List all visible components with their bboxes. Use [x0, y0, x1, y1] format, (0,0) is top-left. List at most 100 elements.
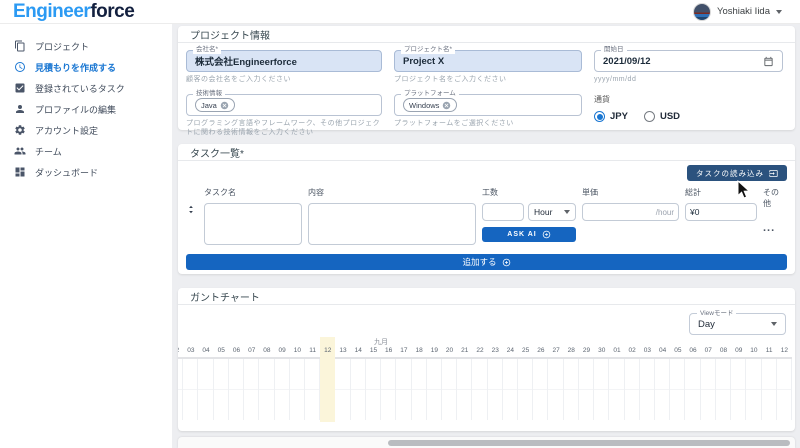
load-tasks-button-label: タスクの読み込み: [696, 168, 764, 179]
gantt-grid-column: [579, 359, 594, 420]
sidebar-item-0[interactable]: プロジェクト: [0, 36, 172, 57]
platform-chip[interactable]: Windows: [403, 98, 457, 112]
gantt-grid-column: [427, 359, 442, 420]
tech-info-helper: プログラミング言語やフレームワーク、その他プロジェクトに関わる技術情報をご入力く…: [186, 119, 382, 137]
task-name-input[interactable]: [204, 203, 302, 245]
gantt-day-label: 15: [366, 346, 381, 357]
gantt-grid-column: [442, 359, 457, 420]
gantt-grid-column: [396, 359, 411, 420]
gantt-grid-cols: [178, 357, 792, 420]
gantt-day-label: 27: [548, 346, 563, 357]
company-name-field: 会社名* 株式会社Engineerforce 顧客の会社名をご入力ください: [186, 50, 382, 84]
unit-price-input[interactable]: [582, 203, 679, 221]
currency-option-usd[interactable]: USD: [644, 111, 680, 122]
sidebar-item-6[interactable]: ダッシュボード: [0, 162, 172, 183]
gantt-grid-column: [533, 359, 548, 420]
sidebar-item-3[interactable]: プロファイルの編集: [0, 99, 172, 120]
sidebar-item-2[interactable]: 登録されているタスク: [0, 78, 172, 99]
gantt-day-label: 02: [625, 346, 640, 357]
gantt-grid-column: [640, 359, 655, 420]
company-name-label: 会社名*: [193, 46, 221, 54]
radio-selected-icon[interactable]: [594, 111, 605, 122]
tech-info-label: 技術情報: [193, 90, 225, 98]
currency-option-jpy-label: JPY: [610, 111, 628, 122]
gantt-day-label: 05: [670, 346, 685, 357]
dashboard-icon: [14, 166, 26, 180]
radio-unselected-icon[interactable]: [644, 111, 655, 122]
sidebar-item-label: ダッシュボード: [35, 166, 98, 179]
platform-chip-label: Windows: [409, 101, 439, 110]
chip-remove-icon[interactable]: [220, 101, 229, 110]
currency-option-jpy[interactable]: JPY: [594, 111, 628, 122]
app-logo[interactable]: Engineerforce: [13, 0, 134, 24]
gantt-day-label: 28: [564, 346, 579, 357]
gantt-day-label: 03: [183, 346, 198, 357]
gantt-day-label: 30: [594, 346, 609, 357]
chevron-down-icon: [776, 10, 782, 14]
add-circle-icon: [502, 258, 511, 267]
gantt-day-label: 07: [701, 346, 716, 357]
load-tasks-button[interactable]: タスクの読み込み: [687, 165, 787, 181]
gantt-grid-column: [503, 359, 518, 420]
gantt-grid-column: [685, 359, 700, 420]
total-input[interactable]: [685, 203, 757, 221]
gantt-day-label: 01: [609, 346, 624, 357]
scrollbar-thumb[interactable]: [388, 440, 790, 446]
add-task-button[interactable]: 追加する: [186, 254, 787, 270]
description-input[interactable]: [308, 203, 476, 245]
gantt-day-label: 08: [259, 346, 274, 357]
gantt-day-label: 20: [442, 346, 457, 357]
gantt-day-label: 13: [335, 346, 350, 357]
gantt-grid-column: [716, 359, 731, 420]
gantt-grid-column: [183, 359, 198, 420]
sidebar-item-5[interactable]: チーム: [0, 141, 172, 162]
drag-handle-icon[interactable]: [186, 203, 196, 216]
projects-icon: [14, 40, 26, 54]
effort-input[interactable]: [482, 203, 524, 221]
gantt-day-label: 12: [320, 346, 335, 357]
gantt-day-label: 12: [777, 346, 792, 357]
gantt-grid-column: [244, 359, 259, 420]
sidebar-item-1[interactable]: 見積もりを作成する: [0, 57, 172, 78]
calendar-icon[interactable]: [763, 56, 774, 67]
gantt-day-label: 21: [457, 346, 472, 357]
gantt-grid-column: [731, 359, 746, 420]
gantt-day-label: 22: [472, 346, 487, 357]
start-date-helper: yyyy/mm/dd: [594, 75, 783, 84]
sidebar-item-label: プロファイルの編集: [35, 103, 116, 116]
gantt-day-label: 16: [381, 346, 396, 357]
user-menu[interactable]: Yoshiaki Iida: [693, 3, 782, 21]
gantt-grid-column: [762, 359, 777, 420]
platform-label: プラットフォーム: [401, 90, 459, 98]
tech-chip-label: Java: [201, 101, 217, 110]
gantt-day-label: 29: [579, 346, 594, 357]
view-mode-value: Day: [698, 319, 715, 330]
gantt-grid-column: [366, 359, 381, 420]
gantt-grid-column: [275, 359, 290, 420]
gantt-grid-column: [746, 359, 761, 420]
topbar: Engineerforce Yoshiaki Iida: [0, 0, 800, 24]
gantt-grid-column: [670, 359, 685, 420]
gantt-grid-column: [518, 359, 533, 420]
gantt-day-row: 0203040506070809101112131415161718192021…: [178, 346, 792, 357]
view-mode-select[interactable]: Viewモード Day: [689, 313, 786, 335]
registered-tasks-icon: [14, 82, 26, 96]
gantt-day-label: 24: [503, 346, 518, 357]
currency-field: 通貨 JPY USD: [594, 94, 783, 137]
ask-ai-button-label: ASK AI: [507, 231, 536, 238]
project-name-helper: プロジェクト名をご入力ください: [394, 75, 582, 84]
gantt-grid-column: [198, 359, 213, 420]
tech-chip[interactable]: Java: [195, 98, 235, 112]
gantt-grid-column: [609, 359, 624, 420]
gantt-day-label: 18: [412, 346, 427, 357]
currency-label: 通貨: [594, 94, 783, 105]
ask-ai-button[interactable]: ASK AI: [482, 227, 576, 242]
gantt-grid-column: [381, 359, 396, 420]
effort-unit-select[interactable]: Hour: [528, 203, 576, 221]
chip-remove-icon[interactable]: [442, 101, 451, 110]
more-options-button[interactable]: ...: [763, 222, 785, 234]
task-row: タスク名 内容 工数 Hour: [186, 187, 787, 245]
company-name-helper: 顧客の会社名をご入力ください: [186, 75, 382, 84]
sidebar-item-4[interactable]: アカウント設定: [0, 120, 172, 141]
gantt-grid-column: [214, 359, 229, 420]
